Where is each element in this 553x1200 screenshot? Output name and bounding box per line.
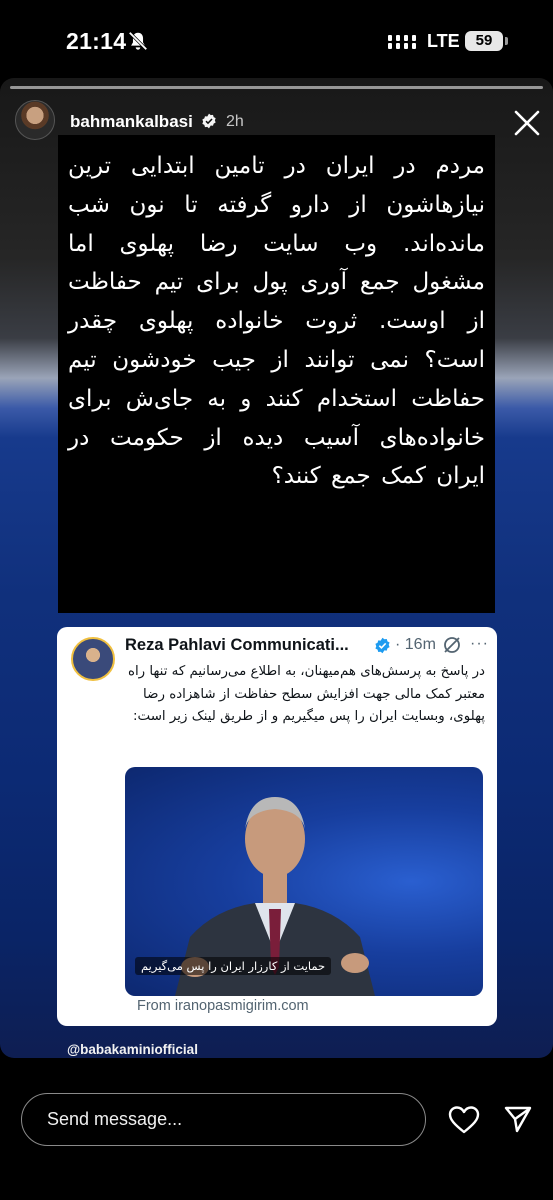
story-time-ago: 2h: [226, 113, 244, 130]
avatar[interactable]: [15, 100, 55, 140]
tweet-media[interactable]: حمایت از کارزار ایران را پس می‌گیریم: [125, 767, 483, 996]
verified-badge-icon: [375, 637, 390, 654]
tweet-body: در پاسخ به پرسش‌های هم‌میهنان، به اطلاع …: [127, 664, 485, 724]
grok-icon[interactable]: [442, 635, 462, 655]
media-caption: حمایت از کارزار ایران را پس می‌گیریم: [135, 957, 332, 975]
status-bar: 21:14 LTE 59: [0, 0, 553, 80]
tweet-avatar[interactable]: [71, 637, 115, 681]
send-message-input[interactable]: Send message...: [21, 1093, 426, 1146]
story-username[interactable]: bahmankalbasi: [70, 112, 193, 132]
bell-muted-icon: [128, 31, 148, 51]
story-progress-bar: [10, 86, 543, 89]
heart-icon[interactable]: [448, 1105, 480, 1135]
battery-level: 59: [465, 31, 503, 51]
story-viewer[interactable]: bahmankalbasi 2h مردم در ایران در تامین …: [0, 78, 553, 1058]
verified-badge-icon: [202, 113, 216, 129]
tweet-author[interactable]: Reza Pahlavi Communicati...: [125, 636, 375, 655]
close-icon[interactable]: [512, 108, 542, 138]
send-icon[interactable]: [503, 1104, 533, 1134]
send-message-placeholder: Send message...: [47, 1109, 183, 1129]
tweet-time-value: 16m: [404, 636, 436, 653]
tweet-time: · 16m: [395, 636, 436, 653]
signal-icon: [388, 35, 416, 49]
network-type: LTE: [427, 31, 460, 51]
story-text: مردم در ایران در تامین ابتدایی ترین نیاز…: [68, 153, 485, 490]
story-credit[interactable]: @babakaminiofficial: [67, 1042, 198, 1057]
tweet-link-source[interactable]: From iranopasmigirim.com: [137, 998, 309, 1014]
more-icon[interactable]: ···: [470, 635, 489, 653]
tweet-card[interactable]: Reza Pahlavi Communicati... · 16m ··· در…: [57, 627, 497, 1026]
status-time: 21:14: [66, 28, 127, 54]
battery-tip: [505, 37, 508, 45]
story-text-box: مردم در ایران در تامین ابتدایی ترین نیاز…: [58, 135, 495, 613]
